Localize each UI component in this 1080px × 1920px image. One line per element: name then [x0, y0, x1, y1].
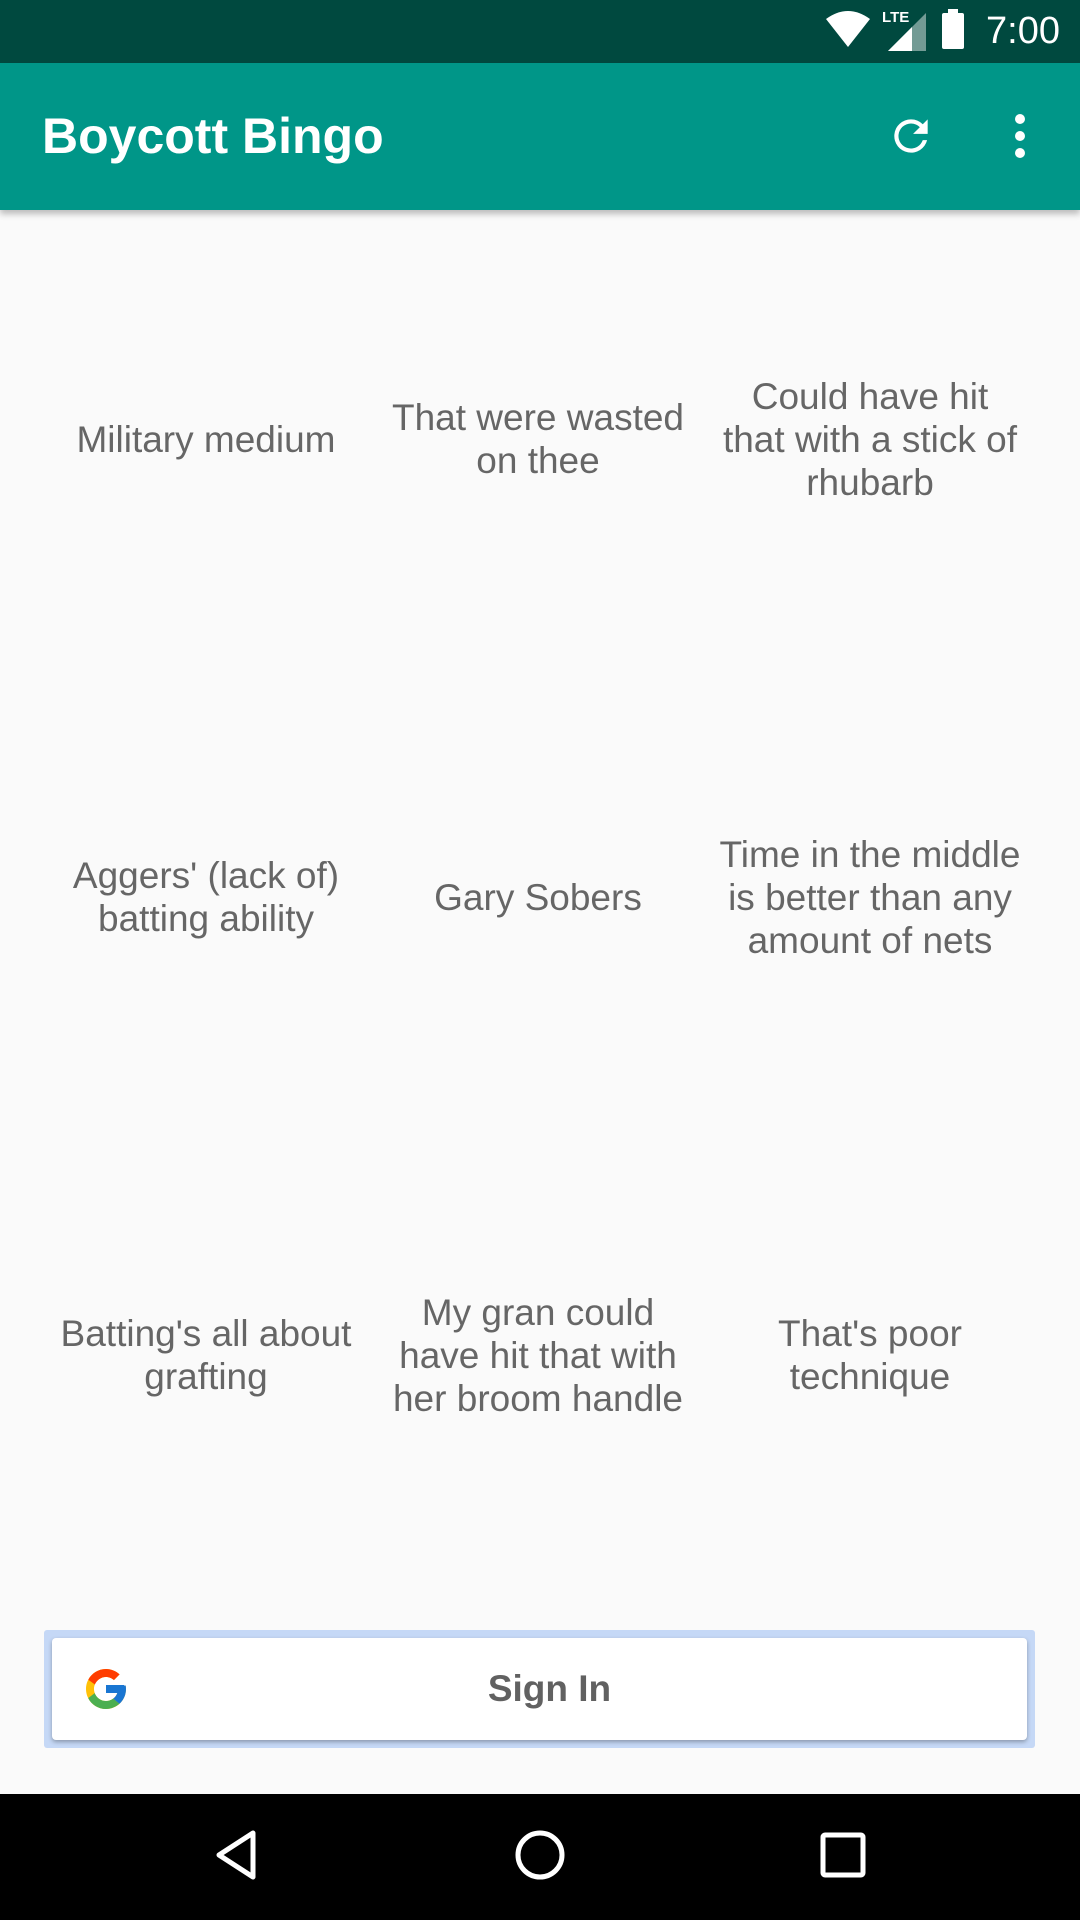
wifi-icon [824, 9, 872, 54]
recents-button[interactable] [803, 1822, 883, 1892]
sign-in-label: Sign In [487, 1668, 612, 1709]
bingo-cell-label: Batting's all about grafting [60, 1313, 352, 1397]
bingo-cell[interactable]: That were wasted on thee [372, 210, 704, 668]
back-button[interactable] [196, 1822, 276, 1892]
bingo-cell-label: My gran could have hit that with her bro… [392, 1291, 684, 1419]
bingo-cell[interactable]: My gran could have hit that with her bro… [372, 1126, 704, 1584]
bingo-cell-label: That's poor technique [778, 1313, 962, 1397]
recents-icon [820, 1832, 866, 1883]
bingo-cell[interactable]: Aggers' (lack of) batting ability [40, 668, 372, 1126]
bingo-cell[interactable]: Batting's all about grafting [40, 1126, 372, 1584]
navigation-bar [0, 1794, 1080, 1920]
refresh-button[interactable] [870, 103, 952, 173]
bingo-cell-label: That were wasted on thee [391, 397, 685, 481]
network-type-label: LTE [882, 8, 910, 26]
bingo-cell[interactable]: Could have hit that with a stick of rhub… [704, 210, 1036, 668]
status-bar: LTE 7:00 [0, 0, 1080, 63]
bingo-cell-label: Gary Sobers [434, 876, 642, 918]
home-icon [514, 1829, 566, 1886]
overflow-menu-button[interactable] [990, 103, 1050, 173]
app-title: Boycott Bingo [42, 108, 384, 164]
status-icons: LTE 7:00 [824, 0, 1060, 63]
clock: 7:00 [986, 10, 1060, 52]
battery-icon [940, 8, 966, 55]
app-bar: Boycott Bingo [0, 63, 1080, 210]
bingo-cell-label: Time in the middle is better than any am… [719, 833, 1021, 961]
bingo-cell[interactable]: That's poor technique [704, 1126, 1036, 1584]
bingo-cell-label: Could have hit that with a stick of rhub… [722, 375, 1018, 503]
bingo-grid: Military medium That were wasted on thee… [40, 210, 1040, 1610]
home-button[interactable] [500, 1822, 580, 1892]
bingo-cell[interactable]: Gary Sobers [372, 668, 704, 1126]
bingo-cell[interactable]: Time in the middle is better than any am… [704, 668, 1036, 1126]
bingo-cell-label: Military medium [76, 418, 336, 460]
overflow-menu-icon [1013, 113, 1027, 164]
refresh-icon [886, 111, 936, 166]
google-sign-in-button[interactable]: Sign In [52, 1638, 1027, 1740]
cell-signal-icon: LTE [882, 8, 930, 53]
bingo-cell[interactable]: Military medium [40, 210, 372, 668]
back-icon [213, 1829, 259, 1886]
screen: LTE 7:00 Boycott Bingo Military medium T… [0, 0, 1080, 1920]
bingo-cell-label: Aggers' (lack of) batting ability [72, 855, 340, 939]
sign-in-focus-ring: Sign In [44, 1630, 1035, 1748]
